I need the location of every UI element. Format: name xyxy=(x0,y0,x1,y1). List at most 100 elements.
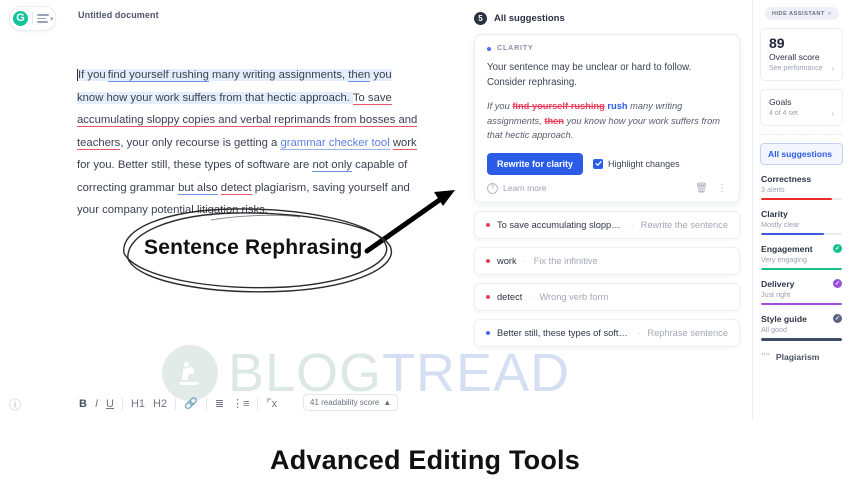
suggestion-card-clarity[interactable]: CLARITY Your sentence may be unclear or … xyxy=(474,34,740,203)
ordered-list-icon[interactable]: ≣ xyxy=(215,398,224,410)
suggestion-list-item[interactable]: work · Fix the infinitive xyxy=(474,246,740,275)
chevron-right-icon: › xyxy=(831,63,834,73)
more-vertical-icon[interactable]: ⋮ xyxy=(717,183,727,194)
metric-sub: Mostly clear xyxy=(761,219,800,229)
bullet-list-icon[interactable]: ⋮≡ xyxy=(232,398,249,410)
suggestions-header-label: All suggestions xyxy=(494,13,565,24)
doc-run[interactable]: find yourself rushing xyxy=(107,69,209,82)
suggestion-dot-icon xyxy=(486,222,490,227)
clear-formatting-icon[interactable]: ⌜x xyxy=(266,398,277,410)
suggestion-item-text: work xyxy=(497,255,517,266)
doc-run[interactable]: detect xyxy=(220,181,252,195)
preview-deleted: then xyxy=(544,115,564,126)
metric-delivery[interactable]: Delivery Just right ✓ xyxy=(761,279,842,306)
panel-separator xyxy=(761,133,842,135)
metric-clarity[interactable]: Clarity Mostly clear xyxy=(761,209,842,236)
suggestions-header: 5 All suggestions xyxy=(470,0,750,25)
bold-button[interactable]: B xyxy=(79,398,87,410)
metric-sub: Just right xyxy=(761,290,791,300)
heading1-button[interactable]: H1 xyxy=(131,398,145,410)
document-title[interactable]: Untitled document xyxy=(78,10,159,20)
suggestions-count-badge: 5 xyxy=(474,12,487,25)
goals-card[interactable]: Goals 4 of 4 set › xyxy=(760,88,843,126)
doc-run: for you. Better still, these types of so… xyxy=(77,159,313,171)
italic-button[interactable]: I xyxy=(95,398,98,410)
chevron-right-icon: › xyxy=(831,108,834,118)
all-suggestions-button[interactable]: All suggestions xyxy=(760,142,843,165)
suggestion-item-separator: · xyxy=(630,219,634,230)
doc-run[interactable]: not only xyxy=(312,159,353,172)
suggestion-dot-icon xyxy=(486,258,490,263)
metric-row: Clarity Mostly clear xyxy=(761,209,842,229)
figure-caption: Advanced Editing Tools xyxy=(270,444,580,475)
learn-more-label: Learn more xyxy=(503,183,547,193)
overall-score-value: 89 xyxy=(769,35,785,51)
goals-label: Goals xyxy=(769,96,792,107)
metric-name: Clarity xyxy=(761,208,788,219)
annotation-label: Sentence Rephrasing xyxy=(144,236,363,259)
rewrite-for-clarity-button[interactable]: Rewrite for clarity xyxy=(487,152,584,175)
arrow-head-icon xyxy=(434,190,455,206)
help-circle-icon[interactable]: ⓘ xyxy=(9,396,21,413)
logo-divider xyxy=(32,12,33,25)
metric-name: Correctness xyxy=(761,173,812,184)
highlight-changes-label: Highlight changes xyxy=(608,158,680,169)
doc-run[interactable]: grammar checker tool xyxy=(280,136,390,150)
checkbox-checked-icon xyxy=(593,158,604,169)
suggestions-column: 5 All suggestions CLARITY Your sentence … xyxy=(470,0,750,420)
trash-icon[interactable]: 🗑 xyxy=(695,183,708,194)
grammarly-logo-pill[interactable]: G ▾ xyxy=(9,6,56,31)
chevron-down-icon[interactable]: ▾ xyxy=(50,15,54,23)
suggestion-item-separator: · xyxy=(529,291,533,302)
suggestion-item-hint: Fix the infinitive xyxy=(533,255,598,266)
preview-deleted: find yourself rushing xyxy=(512,101,605,111)
metric-correctness[interactable]: Correctness 3 alerts xyxy=(761,174,842,200)
suggestion-item-text: detect xyxy=(497,291,523,302)
suggestion-item-separator: · xyxy=(637,327,641,338)
heading2-button[interactable]: H2 xyxy=(153,398,167,410)
grammarly-logo-icon: G xyxy=(13,11,28,26)
see-performance-row[interactable]: See performance › xyxy=(769,64,834,73)
check-circle-icon: ✓ xyxy=(833,279,842,289)
metric-name: Style guide xyxy=(761,314,807,325)
suggestion-item-text: Better still, these types of softwar... xyxy=(497,327,631,338)
metric-style-guide[interactable]: Style guide All good ✓ xyxy=(761,314,842,341)
doc-run[interactable]: work xyxy=(392,136,417,150)
underline-button[interactable]: U xyxy=(106,398,114,410)
check-circle-icon: ✓ xyxy=(833,244,842,254)
hide-assistant-button[interactable]: HIDE ASSISTANT » xyxy=(764,7,839,20)
overall-score-card[interactable]: 89 Overall score See performance › xyxy=(760,28,843,81)
readability-score-pill[interactable]: 41 readability score ▲ xyxy=(303,394,399,411)
suggestion-list-item[interactable]: detect · Wrong verb form xyxy=(474,282,740,311)
suggestion-item-text: To save accumulating sloppy co... xyxy=(497,219,624,230)
doc-run[interactable]: then xyxy=(348,69,371,82)
suggestion-list-item[interactable]: Better still, these types of softwar... … xyxy=(474,318,740,347)
doc-run: If you xyxy=(77,69,109,81)
metric-bar xyxy=(761,268,842,271)
suggestion-actions: Rewrite for clarity Highlight changes xyxy=(487,152,727,175)
plagiarism-label: Plagiarism xyxy=(775,352,820,363)
suggestion-list-item[interactable]: To save accumulating sloppy co... · Rewr… xyxy=(474,210,740,239)
suggestion-item-hint: Wrong verb form xyxy=(539,291,609,302)
metric-engagement[interactable]: Engagement Very engaging ✓ xyxy=(761,244,842,271)
hamburger-menu-icon[interactable] xyxy=(37,14,49,23)
goals-row[interactable]: 4 of 4 set › xyxy=(769,109,834,118)
formatting-tools: B I U H1 H2 🔗 ≣ ⋮≡ ⌜x xyxy=(79,398,277,410)
toolbar-divider xyxy=(121,398,123,410)
plagiarism-row[interactable]: ”” Plagiarism xyxy=(761,352,842,363)
learn-more-link[interactable]: ? Learn more xyxy=(487,182,547,194)
document-body[interactable]: If you find yourself rushing many writin… xyxy=(77,64,419,222)
category-dot-icon xyxy=(487,46,491,51)
suggestion-description: Your sentence may be unclear or hard to … xyxy=(487,62,692,88)
doc-run[interactable]: but also xyxy=(178,181,218,195)
suggestion-item-hint: Rewrite the sentence xyxy=(640,219,728,230)
link-icon[interactable]: 🔗 xyxy=(184,398,198,410)
metric-row: Delivery Just right ✓ xyxy=(761,279,842,299)
chevron-right-double-icon: » xyxy=(827,10,832,17)
metric-row: Engagement Very engaging ✓ xyxy=(761,244,842,264)
chevron-up-icon: ▲ xyxy=(383,398,392,407)
metric-row: Style guide All good ✓ xyxy=(761,314,842,334)
highlight-changes-checkbox[interactable]: Highlight changes xyxy=(593,158,680,169)
suggestion-dot-icon xyxy=(486,330,490,335)
assistant-panel: HIDE ASSISTANT » 89 Overall score See pe… xyxy=(753,0,850,420)
